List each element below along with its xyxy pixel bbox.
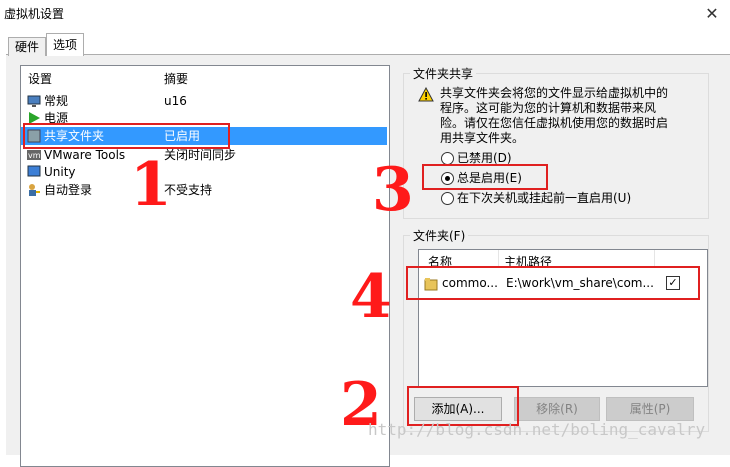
warning-icon: [418, 86, 434, 105]
close-icon: ✕: [705, 3, 719, 23]
list-item-general[interactable]: 常规 u16: [21, 92, 387, 110]
annotation-number-1: 1: [130, 150, 172, 220]
user-key-icon: [27, 183, 41, 197]
column-header-setting[interactable]: 设置: [28, 70, 52, 87]
tab-hardware[interactable]: 硬件: [8, 37, 47, 56]
annotation-box-always-enabled: [422, 164, 548, 190]
column-header-summary[interactable]: 摘要: [164, 70, 188, 87]
vm-icon: vm: [27, 148, 41, 162]
shared-folders-warning: 共享文件夹会将您的文件显示给虚拟机中的程序。这可能为您的计算机和数据带来风险。请…: [440, 86, 669, 145]
title-bar: [0, 0, 730, 28]
tab-options[interactable]: 选项: [46, 33, 85, 56]
list-item-unity[interactable]: Unity: [21, 163, 387, 181]
svg-text:vm: vm: [28, 151, 41, 160]
remove-button[interactable]: 移除(R): [514, 397, 600, 421]
annotation-number-3: 3: [372, 155, 414, 225]
watermark: http://blog.csdn.net/boling_cavalry: [368, 420, 706, 439]
annotation-number-4: 4: [350, 262, 392, 332]
folders-group-title: 文件夹(F): [410, 227, 469, 244]
close-button[interactable]: ✕: [694, 0, 730, 26]
properties-button[interactable]: 属性(P): [606, 397, 694, 421]
shared-folders-group-title: 文件夹共享: [410, 65, 477, 82]
window-title: 虚拟机设置: [4, 7, 65, 21]
list-item-autologin[interactable]: 自动登录 不受支持: [21, 181, 387, 199]
annotation-box-folder-row: [406, 266, 700, 300]
monitor-icon: [27, 94, 41, 108]
annotation-box-shared-folders: [23, 123, 230, 149]
radio-circle: [441, 192, 454, 205]
unity-icon: [27, 165, 41, 179]
